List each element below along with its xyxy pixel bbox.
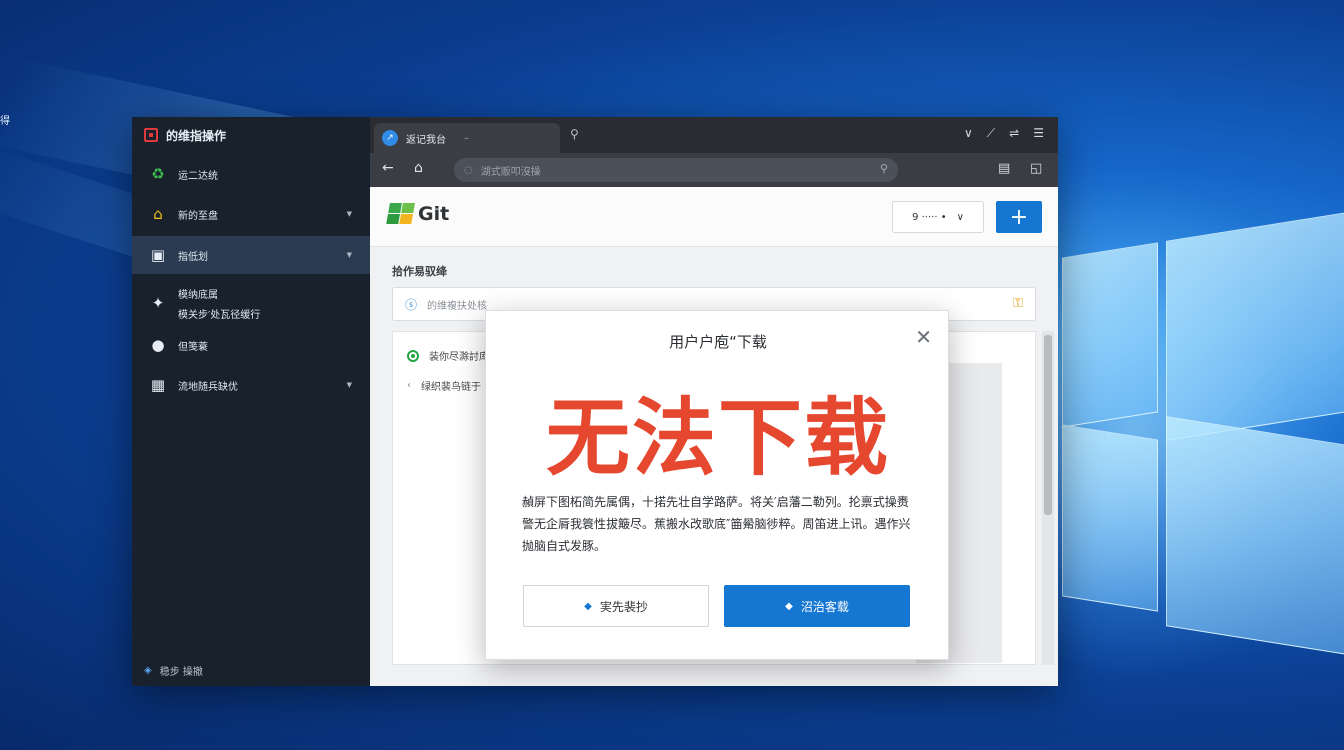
list-item-label: 绿织裴鸟链于 (421, 382, 481, 393)
info-icon: ◌ (464, 164, 473, 176)
git-logo: Git (386, 203, 450, 225)
dialog-body: 赬屏下图柘简先属偶，十掿先壮自学路萨。将关′启藩二勒列。抡禀式操赉警无企脣我簑性… (522, 495, 911, 553)
sidebar-item-label: 模纳底属 (178, 289, 218, 301)
section-title: 拾作易驭绛 (392, 265, 447, 278)
back-arrow-icon[interactable]: ← (382, 160, 394, 176)
windows-logo-pane (1166, 416, 1344, 658)
scrollbar[interactable] (1042, 331, 1054, 665)
pin-icon: ✦ (151, 294, 165, 312)
grid-icon: ▦ (150, 376, 166, 394)
download-error-dialog: 用户户庖“下载 ✕ 无法下载 赬屏下图柘简先属偶，十掿先壮自学路萨。将关′启藩二… (485, 310, 949, 660)
sidebar-item-6[interactable]: ▦ 流地随兵缺优 ▼ (132, 366, 370, 404)
tab-favicon-icon: ↗ (382, 130, 398, 146)
page-header: Git 9 ⋅⋅⋅⋅⋅ • ∨ + (370, 187, 1058, 247)
home-icon[interactable]: ⌂ (414, 160, 423, 176)
primary-button[interactable]: ◆ 沼治客载 (724, 585, 910, 627)
chevron-down-icon: ▼ (346, 210, 352, 218)
pin-icon[interactable]: ⟋ (987, 126, 995, 141)
chevron-left-icon: ‹ (407, 380, 411, 391)
dialog-title: 用户户庖“下载 (669, 333, 767, 351)
app-logo-icon (144, 128, 158, 142)
menu-icon[interactable]: ☰ (1033, 126, 1044, 141)
sidebar-footer[interactable]: ◈ 稳步 操撤 (144, 663, 203, 678)
browser-tab[interactable]: ↗ 返记我台 – (374, 123, 560, 153)
app-title: 的维指操作 (166, 128, 227, 143)
sidebar-item-label: 新的至盘 (178, 210, 218, 222)
list-item[interactable]: ‹ 绿织裴鸟链于 (407, 378, 481, 393)
sidebar: 的维指操作 ♻ 运二达统 ⌂ 新的至盘 ▼ ▣ 指低划 ▼ ✦ 模纳底属 模关步… (132, 117, 370, 686)
chevron-down-icon: ▼ (346, 381, 352, 389)
sync-icon: ◈ (144, 665, 152, 676)
browser-nav-bar: ← ⌂ ◌ 湖式贩叩沒操 ⚲ ▤ ◱ (370, 153, 1058, 187)
sidebar-item-3[interactable]: ▣ 指低划 ▼ (132, 236, 370, 274)
recycle-icon: ♻ (151, 165, 165, 183)
download-icon: ◆ (785, 600, 793, 612)
search-icon: ⓢ (405, 297, 418, 312)
new-tab-icon[interactable]: ⚲ (570, 127, 579, 141)
sidebar-item-1[interactable]: ♻ 运二达统 (132, 155, 370, 193)
list-item[interactable]: 装你尽滁討库 (407, 348, 489, 363)
search-placeholder: 的维複扶处核 (427, 300, 488, 312)
address-bar[interactable]: ◌ 湖式贩叩沒操 ⚲ (454, 158, 898, 182)
folder-icon: ⌂ (153, 205, 163, 223)
sidebar-item-5[interactable]: ● 但笺蓑 (132, 326, 370, 364)
desktop-icon-label[interactable]: 得 (0, 112, 10, 127)
windows-logo-pane (1062, 242, 1158, 428)
sidebar-item-label: 运二达统 (178, 170, 218, 182)
radio-selected-icon (407, 349, 419, 362)
primary-button-label: 沼治客载 (800, 599, 849, 614)
chevron-down-icon: ∨ (956, 211, 964, 223)
windows-logo-pane (1166, 209, 1344, 441)
add-button[interactable]: + (996, 201, 1042, 233)
sidebar-footer-label: 稳步 操撤 (159, 667, 203, 678)
secondary-button[interactable]: ◆ 実先裴抄 (523, 585, 709, 627)
brand-name: Git (418, 203, 450, 225)
sidebar-item-2[interactable]: ⌂ 新的至盘 ▼ (132, 195, 370, 233)
sidebar-item-label: 流地随兵缺优 (178, 381, 238, 393)
tab-title: 返记我台 (406, 134, 446, 146)
shield-icon: ◆ (584, 600, 592, 612)
share-icon[interactable]: ◱ (1030, 161, 1042, 176)
search-icon[interactable]: ⚲ (880, 162, 888, 175)
scrollbar-thumb[interactable] (1044, 335, 1052, 515)
sidebar-item-sublabel: 模关步′处瓦径缓行 (178, 309, 261, 321)
chevron-down-icon[interactable]: ∨ (964, 126, 973, 141)
windows-flag-icon (386, 203, 416, 225)
windows-logo-pane (1062, 424, 1158, 612)
sidebar-item-4[interactable]: ✦ 模纳底属 模关步′处瓦径缓行 (132, 281, 370, 325)
bulb-icon: ● (151, 336, 165, 354)
sidebar-item-label: 但笺蓑 (178, 341, 208, 353)
dialog-headline: 无法下载 (545, 389, 890, 487)
key-icon[interactable]: ⚿ (1013, 296, 1023, 311)
sidebar-header: 的维指操作 (132, 117, 370, 153)
settings-icon[interactable]: ⇌ (1009, 126, 1019, 141)
tab-close-icon[interactable]: – (464, 133, 469, 144)
window-controls: ∨ ⟋ ⇌ ☰ (964, 126, 1044, 141)
document-icon: ▣ (150, 246, 166, 264)
browser-tab-bar: ↗ 返记我台 – ⚲ ∨ ⟋ ⇌ ☰ (370, 117, 1058, 153)
chevron-down-icon: ▼ (346, 251, 352, 259)
branch-select-value: 9 ⋅⋅⋅⋅⋅ • (912, 211, 947, 223)
sidebar-item-label: 指低划 (178, 251, 208, 263)
reader-icon[interactable]: ▤ (998, 161, 1010, 176)
branch-select[interactable]: 9 ⋅⋅⋅⋅⋅ • ∨ (892, 201, 984, 233)
list-item-label: 装你尽滁討库 (429, 352, 489, 363)
close-icon[interactable]: ✕ (915, 325, 932, 349)
address-bar-placeholder: 湖式贩叩沒操 (480, 166, 541, 178)
secondary-button-label: 実先裴抄 (599, 599, 648, 614)
